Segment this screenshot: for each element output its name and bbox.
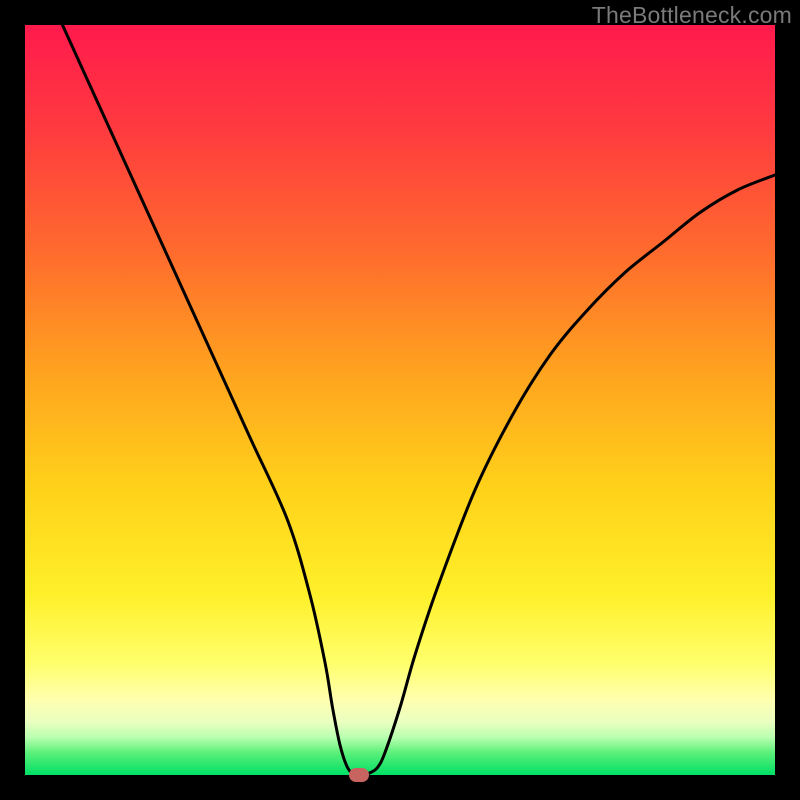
plot-area [25,25,775,775]
optimal-point-marker [349,768,369,782]
bottleneck-curve [25,25,775,775]
chart-frame: TheBottleneck.com [0,0,800,800]
